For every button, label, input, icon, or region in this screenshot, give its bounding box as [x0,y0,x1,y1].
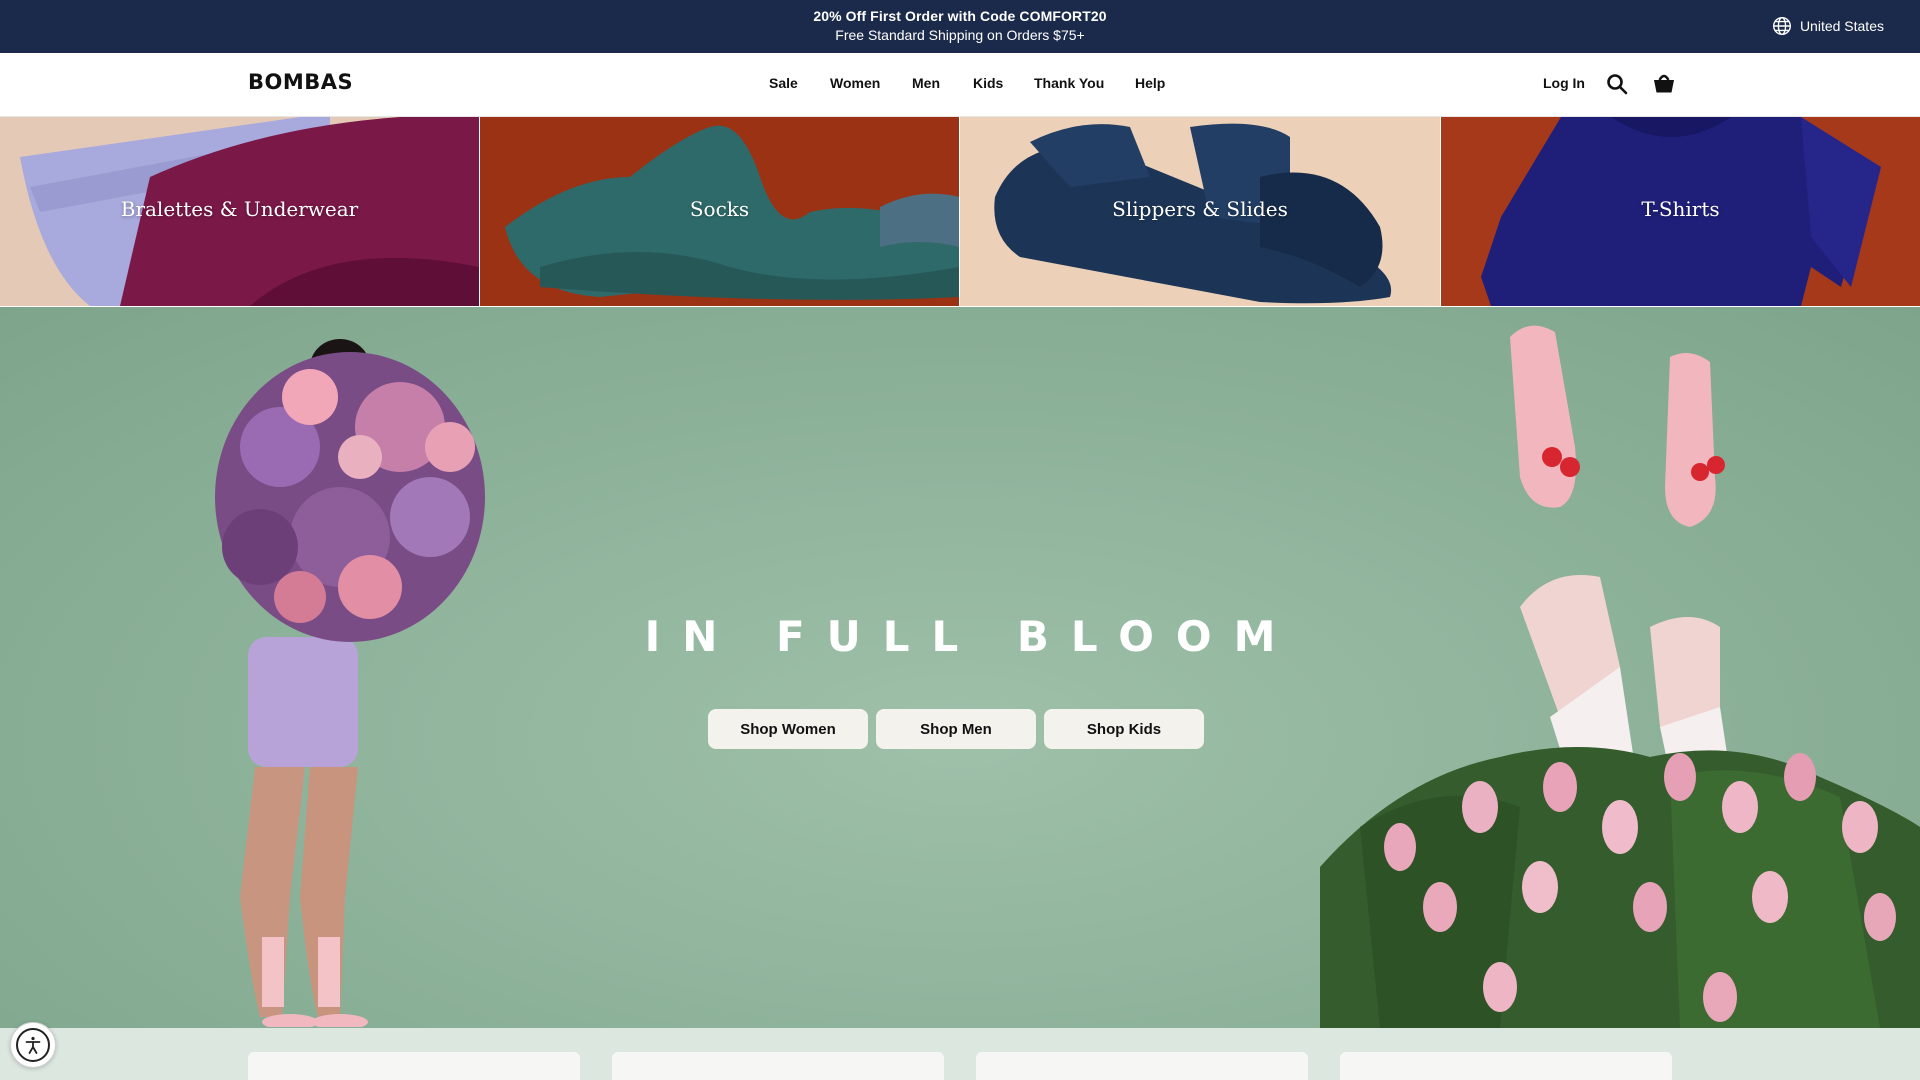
site-header: BOMBAS Sale Women Men Kids Thank You Hel… [0,53,1920,117]
announcement-bar: 20% Off First Order with Code COMFORT20 … [0,0,1920,53]
category-label: Slippers & Slides [1112,197,1288,221]
shop-men-button[interactable]: Shop Men [876,709,1036,749]
shop-kids-button[interactable]: Shop Kids [1044,709,1204,749]
legs-with-tulips-image [1320,325,1920,1028]
product-cards-section [0,1028,1920,1080]
accessibility-icon [16,1028,50,1062]
nav-sale[interactable]: Sale [769,75,798,91]
country-label: United States [1799,18,1884,34]
product-card[interactable] [976,1052,1308,1080]
category-tile-bralettes-underwear[interactable]: Bralettes & Underwear [0,117,479,306]
category-tile-socks[interactable]: Socks [480,117,959,306]
shopping-bag-icon[interactable] [1652,71,1676,95]
nav-women[interactable]: Women [830,75,880,91]
category-tile-t-shirts[interactable]: T-Shirts [1441,117,1920,306]
category-label: T-Shirts [1641,197,1720,221]
main-nav: Sale Women Men Kids Thank You Help [0,53,1920,117]
hero-banner: IN FULL BLOOM Shop Women Shop Men Shop K… [0,307,1920,1028]
hero-title: IN FULL BLOOM [644,612,1298,661]
nav-kids[interactable]: Kids [973,75,1003,91]
search-icon[interactable] [1606,73,1628,95]
nav-help[interactable]: Help [1135,75,1165,91]
category-label: Socks [689,197,750,221]
product-card[interactable] [612,1052,944,1080]
login-link[interactable]: Log In [1543,75,1585,91]
product-card[interactable] [248,1052,580,1080]
country-selector[interactable]: United States [1772,16,1884,36]
accessibility-button[interactable] [10,1022,56,1068]
shipping-text: Free Standard Shipping on Orders $75+ [835,27,1085,43]
product-card[interactable] [1340,1052,1672,1080]
category-label: Bralettes & Underwear [120,197,359,221]
nav-men[interactable]: Men [912,75,940,91]
category-tiles: Bralettes & Underwear Socks Slippers & S… [0,117,1920,306]
nav-thank-you[interactable]: Thank You [1034,75,1104,91]
globe-icon [1772,16,1791,36]
shop-women-button[interactable]: Shop Women [708,709,868,749]
category-tile-slippers-slides[interactable]: Slippers & Slides [960,117,1440,306]
promo-text: 20% Off First Order with Code COMFORT20 [813,8,1107,24]
woman-with-bouquet-image [215,339,485,1027]
